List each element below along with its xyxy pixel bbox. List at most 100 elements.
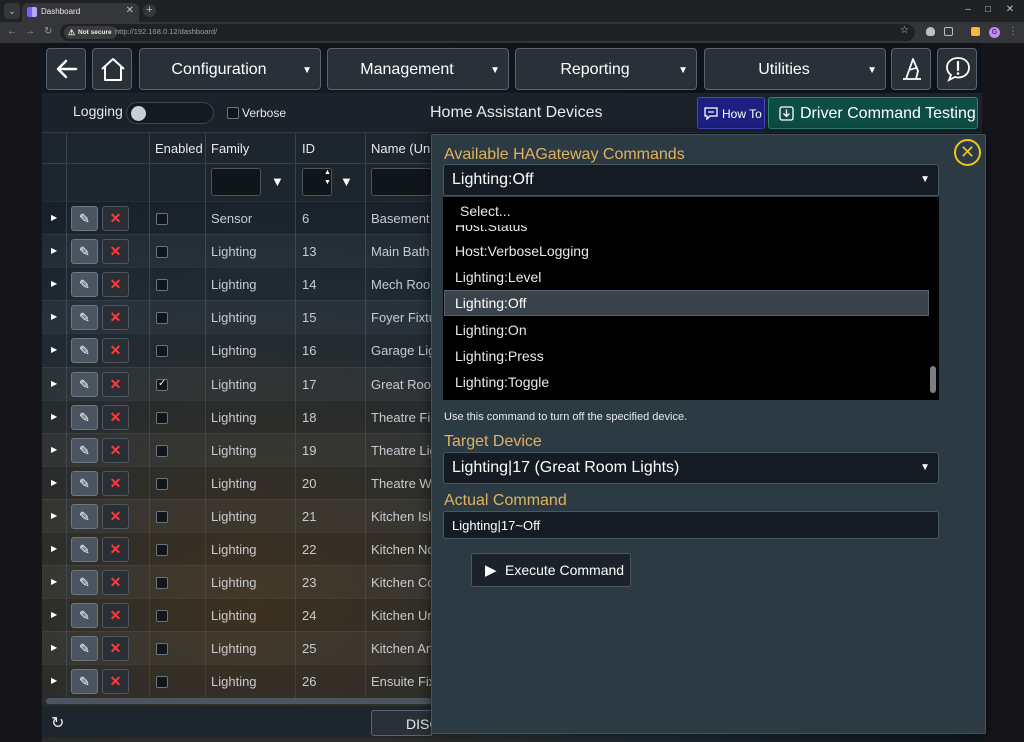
reporting-menu[interactable]: Reporting ▼ bbox=[515, 48, 697, 90]
expand-row-icon[interactable]: ▶ bbox=[51, 445, 57, 454]
pencil-icon[interactable]: ✎ bbox=[71, 305, 98, 331]
expand-row-icon[interactable]: ▶ bbox=[51, 279, 57, 288]
sidebar-icon[interactable] bbox=[971, 27, 980, 36]
browser-menu-icon[interactable]: ⋮ bbox=[1008, 26, 1018, 37]
table-row[interactable]: ▶ ✎✕ Lighting 26 Ensuite Fixt bbox=[42, 664, 432, 697]
enabled-checkbox[interactable] bbox=[156, 676, 168, 689]
delete-x-icon[interactable]: ✕ bbox=[102, 537, 129, 562]
expand-row-icon[interactable]: ▶ bbox=[51, 379, 57, 388]
enabled-checkbox[interactable] bbox=[156, 279, 168, 292]
column-header-name[interactable]: Name (Unic bbox=[371, 141, 431, 156]
utilities-menu[interactable]: Utilities ▼ bbox=[704, 48, 886, 90]
family-filter-input[interactable] bbox=[211, 168, 261, 196]
url-bar[interactable]: ⚠ Not secure http://192.168.0.12/dashboa… bbox=[60, 24, 915, 41]
enabled-checkbox[interactable] bbox=[156, 544, 168, 556]
pencil-icon[interactable]: ✎ bbox=[71, 470, 98, 496]
enabled-checkbox[interactable] bbox=[156, 411, 168, 424]
back-button[interactable] bbox=[46, 48, 86, 90]
refresh-icon[interactable]: ↻ bbox=[51, 713, 64, 733]
browser-back-icon[interactable]: ← bbox=[7, 26, 17, 37]
pencil-icon[interactable]: ✎ bbox=[71, 272, 98, 298]
table-row[interactable]: ▶ ✎✕ Lighting 24 Kitchen Unc bbox=[42, 598, 432, 631]
filter-icon[interactable]: ▼ bbox=[271, 174, 284, 189]
table-row[interactable]: ▶ ✎✕ Lighting 17 Great Room bbox=[42, 366, 432, 400]
expand-row-icon[interactable]: ▶ bbox=[51, 544, 57, 553]
expand-row-icon[interactable]: ▶ bbox=[51, 511, 57, 520]
browser-tab[interactable]: Dashboard ✕ bbox=[22, 3, 139, 22]
dropdown-option-selected[interactable]: Lighting:Off bbox=[444, 290, 929, 316]
dropdown-option[interactable]: Lighting:Press bbox=[455, 348, 544, 364]
logging-toggle[interactable] bbox=[126, 102, 214, 124]
how-to-button[interactable]: How To bbox=[697, 97, 765, 129]
dropdown-option[interactable]: Lighting:Level bbox=[455, 269, 541, 285]
pencil-icon[interactable]: ✎ bbox=[71, 603, 98, 629]
shield-extension-icon[interactable] bbox=[926, 27, 935, 36]
expand-row-icon[interactable]: ▶ bbox=[51, 345, 57, 354]
close-icon[interactable]: ✕ bbox=[954, 139, 981, 166]
enabled-checkbox[interactable] bbox=[156, 345, 168, 358]
enabled-checkbox[interactable] bbox=[156, 610, 168, 623]
pencil-icon[interactable]: ✎ bbox=[71, 636, 98, 662]
enabled-checkbox[interactable] bbox=[156, 643, 168, 656]
expand-row-icon[interactable]: ▶ bbox=[51, 246, 57, 255]
expand-row-icon[interactable]: ▶ bbox=[51, 412, 57, 421]
extensions-puzzle-icon[interactable] bbox=[944, 27, 953, 36]
tab-search-chevron-icon[interactable]: ⌄ bbox=[4, 3, 20, 19]
delete-x-icon[interactable]: ✕ bbox=[102, 503, 129, 529]
dropdown-option[interactable]: Lighting:On bbox=[455, 322, 527, 338]
pencil-icon[interactable]: ✎ bbox=[71, 503, 98, 529]
execute-command-button[interactable]: ▶ Execute Command bbox=[471, 553, 631, 587]
tab-close-icon[interactable]: ✕ bbox=[126, 5, 134, 16]
delete-x-icon[interactable]: ✕ bbox=[102, 371, 129, 397]
delete-x-icon[interactable]: ✕ bbox=[102, 669, 129, 695]
pencil-icon[interactable]: ✎ bbox=[71, 371, 98, 397]
management-menu[interactable]: Management ▼ bbox=[327, 48, 509, 90]
table-row[interactable]: ▶ ✎✕ Lighting 15 Foyer Fixtur bbox=[42, 300, 432, 334]
pencil-icon[interactable]: ✎ bbox=[71, 669, 98, 695]
column-header-id[interactable]: ID bbox=[302, 141, 315, 156]
table-row[interactable]: ▶ ✎✕ Lighting 14 Mech Room bbox=[42, 267, 432, 300]
pencil-icon[interactable]: ✎ bbox=[71, 338, 98, 364]
browser-forward-icon[interactable]: → bbox=[25, 26, 35, 37]
not-secure-badge[interactable]: ⚠ Not secure bbox=[64, 26, 117, 39]
pencil-icon[interactable]: ✎ bbox=[71, 437, 98, 463]
expand-row-icon[interactable]: ▶ bbox=[51, 610, 57, 619]
table-row[interactable]: ▶ ✎✕ Lighting 21 Kitchen Isla bbox=[42, 498, 432, 532]
minimize-icon[interactable]: – bbox=[959, 4, 977, 15]
dropdown-option[interactable]: Select... bbox=[460, 203, 511, 219]
bookmark-star-icon[interactable]: ☆ bbox=[900, 25, 909, 36]
table-row[interactable]: ▶ ✎✕ Lighting 22 Kitchen Noc bbox=[42, 532, 432, 565]
target-device-select[interactable]: Lighting|17 (Great Room Lights) ▼ bbox=[443, 452, 939, 484]
command-select[interactable]: Lighting:Off ▼ bbox=[443, 164, 939, 196]
dropdown-option[interactable]: Host:VerboseLogging bbox=[455, 243, 589, 259]
name-filter-input[interactable] bbox=[371, 168, 432, 196]
expand-row-icon[interactable]: ▶ bbox=[51, 478, 57, 487]
delete-x-icon[interactable]: ✕ bbox=[102, 338, 129, 364]
table-row[interactable]: ▶ ✎✕ Sensor 6 Basement E bbox=[42, 201, 432, 234]
delete-x-icon[interactable]: ✕ bbox=[102, 437, 129, 463]
delete-x-icon[interactable]: ✕ bbox=[102, 470, 129, 496]
new-tab-icon[interactable]: + bbox=[143, 4, 156, 17]
verbose-checkbox[interactable] bbox=[227, 107, 239, 119]
profile-avatar[interactable]: G bbox=[989, 27, 1000, 38]
configuration-menu[interactable]: Configuration ▼ bbox=[139, 48, 321, 90]
enabled-checkbox[interactable] bbox=[156, 477, 168, 490]
actual-command-field[interactable]: Lighting|17~Off bbox=[443, 511, 939, 539]
discover-button[interactable]: DISC bbox=[371, 710, 432, 736]
table-row[interactable]: ▶ ✎✕ Lighting 20 Theatre Wa bbox=[42, 465, 432, 499]
window-close-icon[interactable]: ✕ bbox=[1001, 4, 1019, 15]
dropdown-option[interactable]: Lighting:Toggle bbox=[455, 374, 549, 390]
url-text[interactable]: http://192.168.0.12/dashboard/ bbox=[115, 27, 217, 36]
feedback-button[interactable] bbox=[937, 48, 977, 90]
dropdown-option[interactable]: Host:Status bbox=[455, 225, 527, 234]
pencil-icon[interactable]: ✎ bbox=[71, 537, 98, 562]
expand-row-icon[interactable]: ▶ bbox=[51, 213, 57, 222]
pencil-icon[interactable]: ✎ bbox=[71, 570, 98, 596]
home-button[interactable] bbox=[92, 48, 132, 90]
table-row[interactable]: ▶ ✎✕ Lighting 16 Garage Ligh bbox=[42, 333, 432, 366]
enabled-checkbox[interactable] bbox=[156, 577, 168, 590]
table-row[interactable]: ▶ ✎✕ Lighting 18 Theatre Fire bbox=[42, 399, 432, 433]
delete-x-icon[interactable]: ✕ bbox=[102, 636, 129, 662]
delete-x-icon[interactable]: ✕ bbox=[102, 206, 129, 231]
enabled-checkbox[interactable] bbox=[156, 246, 168, 259]
